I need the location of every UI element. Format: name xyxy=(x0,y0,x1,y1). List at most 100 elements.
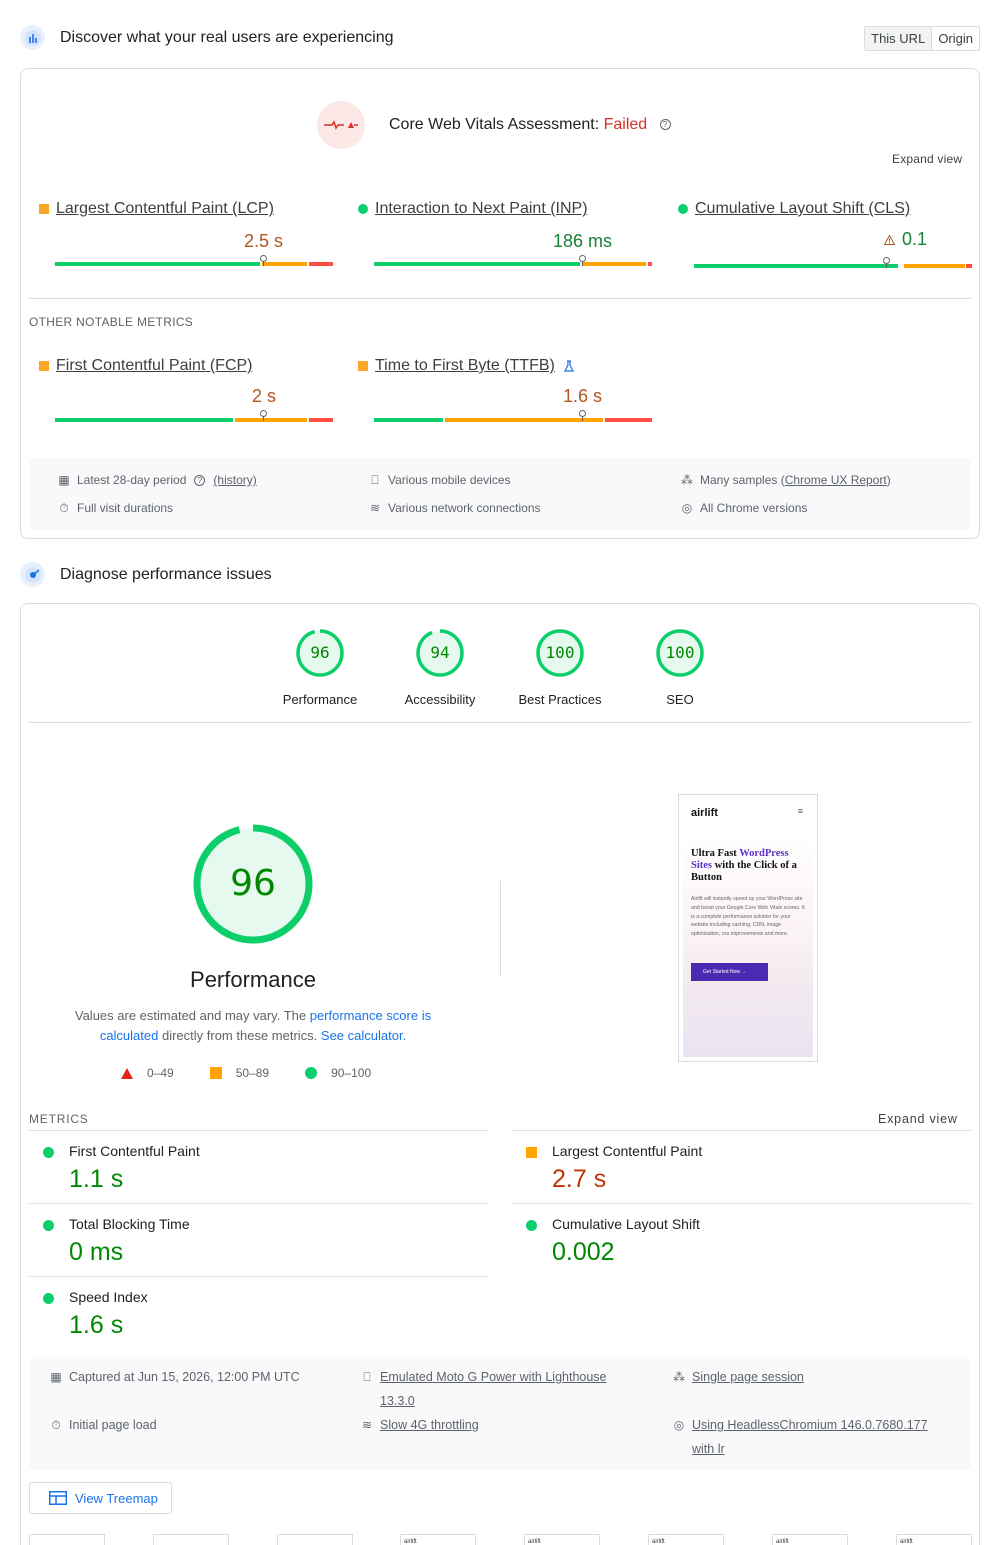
bar-poor xyxy=(309,418,333,422)
fcp-metric-value: 1.1 s xyxy=(69,1165,124,1193)
assessment-label: Core Web Vitals Assessment: xyxy=(389,116,600,133)
good-dot-icon xyxy=(43,1293,54,1304)
assessment-status: Failed xyxy=(603,116,648,133)
history-link[interactable]: (history) xyxy=(213,468,256,492)
fcp-label: First Contentful Paint xyxy=(69,1143,200,1159)
durations-text: Full visit durations xyxy=(77,501,174,515)
accessibility-label: Accessibility xyxy=(404,692,476,707)
info-versions: ◎ All Chrome versions xyxy=(680,496,808,520)
legend-good: 90–100 xyxy=(331,1066,372,1080)
score-legend: 0–49 50–89 90–100 xyxy=(121,1066,407,1080)
help-icon[interactable]: ? xyxy=(194,475,206,486)
filmstrip-logo: airlift xyxy=(404,1539,417,1545)
good-dot-icon xyxy=(305,1067,318,1079)
category-performance[interactable]: 96 Performance xyxy=(260,628,380,707)
tbt-metric-value: 0 ms xyxy=(69,1238,124,1266)
ttfb-link[interactable]: Time to First Byte (TTFB) xyxy=(375,357,555,375)
metric-lcp: Largest Contentful Paint (LCP) 2.5 s xyxy=(39,200,339,266)
origin-tab[interactable]: Origin xyxy=(932,27,979,50)
chrome-icon: ◎ xyxy=(673,1418,685,1432)
calendar-icon: ▦ xyxy=(58,473,70,487)
good-dot-icon xyxy=(358,204,368,214)
bar-good xyxy=(694,264,898,268)
lighthouse-logo-icon xyxy=(20,562,45,587)
ttfb-value: 1.6 s xyxy=(563,386,603,406)
performance-big-gauge: 96 xyxy=(193,824,313,944)
poor-triangle-icon xyxy=(121,1067,133,1079)
category-seo[interactable]: 100 SEO xyxy=(620,628,740,707)
samples-prefix: Many samples ( xyxy=(700,473,785,487)
throttling-link[interactable]: Slow 4G throttling xyxy=(380,1413,479,1437)
view-treemap-button[interactable]: View Treemap xyxy=(29,1482,172,1514)
bar-average xyxy=(235,418,307,422)
info-durations: ⏱ Full visit durations xyxy=(57,496,173,520)
p75-marker xyxy=(579,255,586,266)
bar-poor xyxy=(648,262,652,266)
browser-link[interactable]: Using HeadlessChromium 146.0.7680.177 wit… xyxy=(692,1413,928,1461)
headline-part-1: Ultra Fast xyxy=(691,848,740,859)
cls-value: 0.1 xyxy=(902,229,928,249)
assessment-text: Core Web Vitals Assessment: Failed ? xyxy=(389,116,671,134)
si-label: Speed Index xyxy=(69,1289,148,1305)
bar-average xyxy=(582,262,646,266)
average-square-icon xyxy=(526,1147,537,1158)
wifi-icon: ≋ xyxy=(369,501,381,515)
env-captured: ▦ Captured at Jun 15, 2026, 12:00 PM UTC xyxy=(49,1365,300,1389)
chrome-ux-report-link[interactable]: Chrome UX Report xyxy=(785,468,887,492)
metric-row-fcp: First Contentful Paint 1.1 s xyxy=(29,1130,489,1203)
device-link[interactable]: Emulated Moto G Power with Lighthouse 13.… xyxy=(380,1365,607,1413)
devices-icon: ⎕ xyxy=(363,1370,371,1384)
lcp-distribution-bar xyxy=(55,262,333,266)
filmstrip-frame xyxy=(277,1534,353,1545)
fcp-distribution-bar xyxy=(55,418,333,422)
this-url-tab[interactable]: This URL xyxy=(865,27,933,50)
stopwatch-icon: ⏱ xyxy=(59,501,69,515)
best-practices-label: Best Practices xyxy=(518,692,602,707)
metrics-expand-view[interactable]: Expand view xyxy=(878,1112,958,1126)
cls-label: Cumulative Layout Shift xyxy=(552,1216,700,1232)
cls-link[interactable]: Cumulative Layout Shift (CLS) xyxy=(695,200,910,218)
inp-value: 186 ms xyxy=(553,231,613,251)
average-square-icon xyxy=(209,1067,222,1079)
env-load: ⏱ Initial page load xyxy=(49,1413,156,1437)
help-icon[interactable]: ? xyxy=(659,119,671,131)
inp-link[interactable]: Interaction to Next Paint (INP) xyxy=(375,200,588,218)
metric-row-lcp: Largest Contentful Paint 2.7 s xyxy=(512,1130,971,1203)
performance-label: Performance xyxy=(282,692,358,707)
lcp-metric-value: 2.7 s xyxy=(552,1165,607,1193)
cwv-assessment: Core Web Vitals Assessment: Failed ? xyxy=(317,101,671,149)
bar-good xyxy=(374,418,443,422)
failed-pulse-icon xyxy=(317,101,365,149)
other-metrics-title: OTHER NOTABLE METRICS xyxy=(29,315,194,329)
lighthouse-card: 96 Performance 94 Accessibility 100 Best… xyxy=(20,603,980,1545)
lcp-link[interactable]: Largest Contentful Paint (LCP) xyxy=(56,200,274,218)
lcp-label: Largest Contentful Paint xyxy=(552,1143,703,1159)
crux-expand-view[interactable]: Expand view xyxy=(892,152,962,166)
fcp-link[interactable]: First Contentful Paint (FCP) xyxy=(56,357,253,375)
crux-info-panel: ▦ Latest 28-day period ? (history) ⎕ Var… xyxy=(29,458,971,530)
metric-row-tbt: Total Blocking Time 0 ms xyxy=(29,1203,489,1276)
category-best-practices[interactable]: 100 Best Practices xyxy=(500,628,620,707)
ttfb-distribution-bar xyxy=(374,418,652,422)
inp-distribution-bar xyxy=(374,262,652,266)
wifi-icon: ≋ xyxy=(361,1418,373,1432)
p75-marker xyxy=(579,410,586,421)
info-devices: ⎕ Various mobile devices xyxy=(368,468,510,492)
bar-average xyxy=(262,262,307,266)
metric-row-cls: Cumulative Layout Shift 0.002 xyxy=(512,1203,971,1276)
p75-marker xyxy=(260,410,267,421)
session-link[interactable]: Single page session xyxy=(692,1365,804,1389)
crux-section-header: Discover what your real users are experi… xyxy=(20,25,393,50)
info-samples: ⁂ Many samples (Chrome UX Report) xyxy=(680,468,891,492)
cls-distribution-bar xyxy=(694,264,972,268)
screenshot-cta-button: Get Started Now → xyxy=(691,963,768,981)
env-browser: ◎ Using HeadlessChromium 146.0.7680.177 w… xyxy=(672,1413,928,1461)
category-accessibility[interactable]: 94 Accessibility xyxy=(380,628,500,707)
metric-fcp: First Contentful Paint (FCP) 2 s xyxy=(39,357,339,422)
captured-text: Captured at Jun 15, 2026, 12:00 PM UTC xyxy=(69,1370,300,1384)
legend-average: 50–89 xyxy=(235,1066,270,1080)
final-screenshot[interactable]: airlift ≡ Ultra Fast WordPress Sites wit… xyxy=(678,794,818,1062)
lighthouse-env-panel: ▦ Captured at Jun 15, 2026, 12:00 PM UTC… xyxy=(29,1357,971,1470)
see-calculator-link[interactable]: See calculator. xyxy=(321,1028,406,1043)
lcp-value: 2.5 s xyxy=(244,231,284,251)
